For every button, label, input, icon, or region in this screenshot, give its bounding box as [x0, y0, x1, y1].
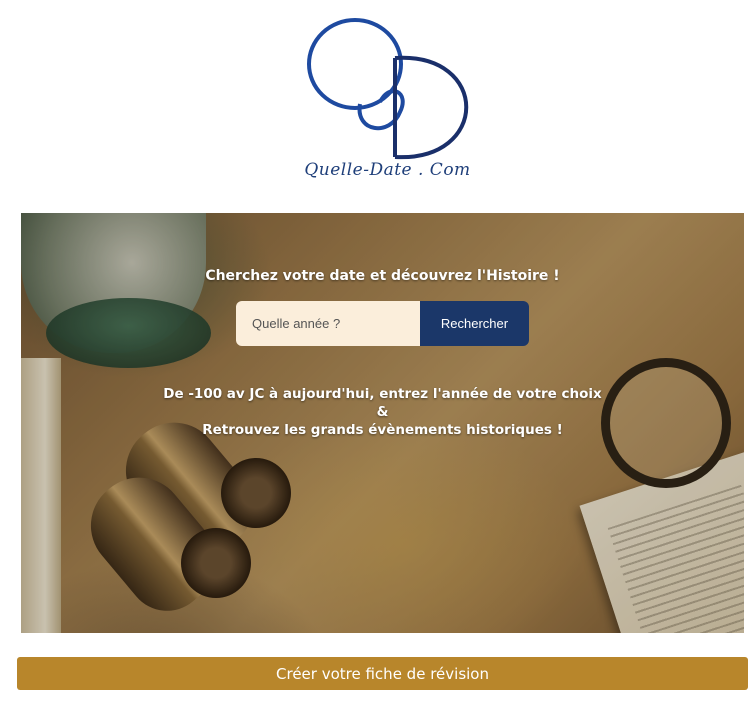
create-revision-sheet-button[interactable]: Créer votre fiche de révision — [17, 657, 748, 690]
logo-wordmark: Quelle-Date . Com — [304, 160, 471, 180]
site-logo[interactable]: Quelle-Date . Com — [300, 12, 475, 192]
year-search-input[interactable] — [236, 301, 420, 346]
hero-banner: Cherchez votre date et découvrez l'Histo… — [21, 213, 744, 633]
search-button[interactable]: Rechercher — [420, 301, 529, 346]
description-line: Retrouvez les grands évènements historiq… — [202, 422, 563, 438]
hero-description: De -100 av JC à aujourd'hui, entrez l'an… — [21, 385, 744, 439]
description-line: De -100 av JC à aujourd'hui, entrez l'an… — [163, 386, 602, 402]
hero-title: Cherchez votre date et découvrez l'Histo… — [205, 268, 560, 284]
description-ampersand: & — [376, 404, 389, 420]
